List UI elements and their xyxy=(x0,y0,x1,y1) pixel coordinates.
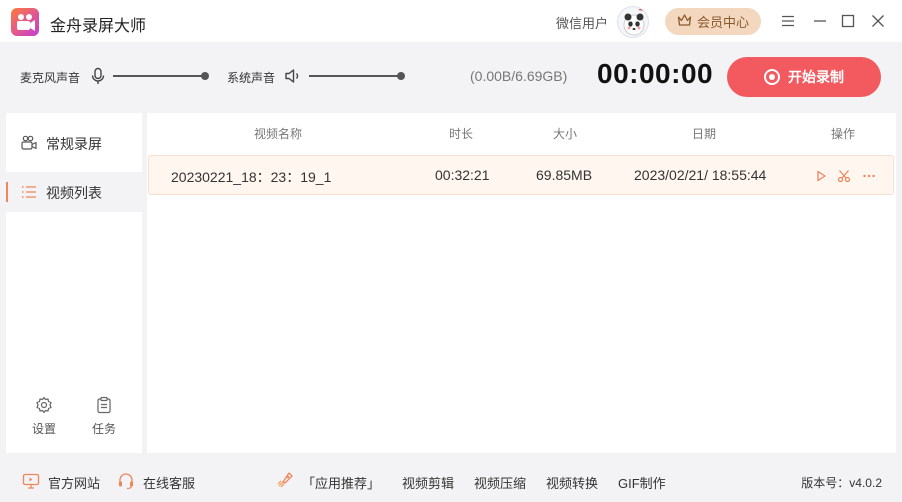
video-size: 69.85MB xyxy=(536,167,593,183)
headset-icon[interactable] xyxy=(117,472,135,490)
play-icon[interactable] xyxy=(813,168,829,184)
system-volume-knob[interactable] xyxy=(397,72,405,80)
menu-icon[interactable] xyxy=(778,11,798,31)
microphone-icon[interactable] xyxy=(89,67,107,85)
column-header-name: 视频名称 xyxy=(254,127,303,141)
rocket-icon xyxy=(275,470,295,490)
start-recording-label: 开始录制 xyxy=(788,69,844,85)
avatar[interactable] xyxy=(617,6,649,38)
speaker-icon[interactable] xyxy=(284,67,302,85)
mic-volume-label: 麦克风声音 xyxy=(20,71,81,85)
storage-usage: (0.00B/6.69GB) xyxy=(470,68,568,84)
recording-control-bar: 麦克风声音 系统声音 (0.00B/6.69GB) 00:00:00 开始录制 xyxy=(0,42,902,112)
minimize-icon[interactable] xyxy=(810,11,830,31)
gif-maker-link[interactable]: GIF制作 xyxy=(618,473,666,492)
user-name[interactable]: 微信用户 xyxy=(556,13,608,32)
record-icon xyxy=(764,69,780,85)
start-recording-button[interactable]: 开始录制 xyxy=(727,57,881,97)
website-icon[interactable] xyxy=(22,472,40,490)
video-compress-link[interactable]: 视频压缩 xyxy=(474,473,526,492)
column-header-date: 日期 xyxy=(692,127,717,141)
video-convert-link[interactable]: 视频转换 xyxy=(546,473,598,492)
system-volume-label: 系统声音 xyxy=(227,71,276,85)
tasks-label: 任务 xyxy=(91,422,116,436)
clipboard-icon xyxy=(84,396,124,414)
mic-volume-knob[interactable] xyxy=(201,72,209,80)
column-header-duration: 时长 xyxy=(449,127,474,141)
app-title: 金舟录屏大师 xyxy=(50,18,147,35)
video-duration: 00:32:21 xyxy=(435,167,490,183)
official-website-link[interactable]: 官方网站 xyxy=(48,473,100,492)
video-date: 2023/02/21/ 18:55:44 xyxy=(634,167,767,183)
recording-timer: 00:00:00 xyxy=(597,58,714,89)
sidebar-item-label: 常规录屏 xyxy=(46,136,102,152)
close-icon[interactable] xyxy=(868,11,888,31)
sidebar-item-video-list[interactable]: 视频列表 xyxy=(6,172,142,212)
sidebar: 常规录屏 视频列表 设置 任务 xyxy=(6,113,142,453)
more-icon[interactable] xyxy=(861,168,877,184)
column-header-actions: 操作 xyxy=(831,127,856,141)
video-edit-link[interactable]: 视频剪辑 xyxy=(402,473,454,492)
settings-button[interactable]: 设置 xyxy=(24,396,64,437)
column-header-size: 大小 xyxy=(553,127,578,141)
vip-center-label: 会员中心 xyxy=(696,15,749,30)
gear-icon xyxy=(24,396,64,414)
vip-center-button[interactable]: 会员中心 xyxy=(665,8,761,35)
tasks-button[interactable]: 任务 xyxy=(84,396,124,437)
maximize-icon[interactable] xyxy=(838,11,858,31)
online-support-link[interactable]: 在线客服 xyxy=(143,473,195,492)
mic-volume-slider[interactable] xyxy=(113,72,209,80)
camera-icon xyxy=(20,134,38,152)
table-row[interactable]: 20230221_18：23：19_1 00:32:21 69.85MB 202… xyxy=(148,155,894,195)
system-volume-slider[interactable] xyxy=(309,72,405,80)
app-recommend-label[interactable]: 「应用推荐」 xyxy=(302,473,380,492)
sidebar-item-label: 视频列表 xyxy=(46,185,102,201)
footer-bar: 官方网站 在线客服 「应用推荐」 视频剪辑 视频压缩 视频转换 GIF制作 版本… xyxy=(0,460,902,502)
crown-icon xyxy=(677,13,692,30)
scissors-icon[interactable] xyxy=(836,168,852,184)
app-logo-icon xyxy=(11,8,39,36)
sidebar-item-screen-record[interactable]: 常规录屏 xyxy=(6,123,142,163)
list-icon xyxy=(20,183,38,201)
title-bar: 金舟录屏大师 微信用户 会员中心 xyxy=(0,0,902,42)
version-number: 版本号：v4.0.2 xyxy=(801,476,882,490)
video-name: 20230221_18：23：19_1 xyxy=(171,169,332,185)
settings-label: 设置 xyxy=(31,422,56,436)
video-list-panel: 视频名称 时长 大小 日期 操作 20230221_18：23：19_1 00:… xyxy=(147,113,896,453)
